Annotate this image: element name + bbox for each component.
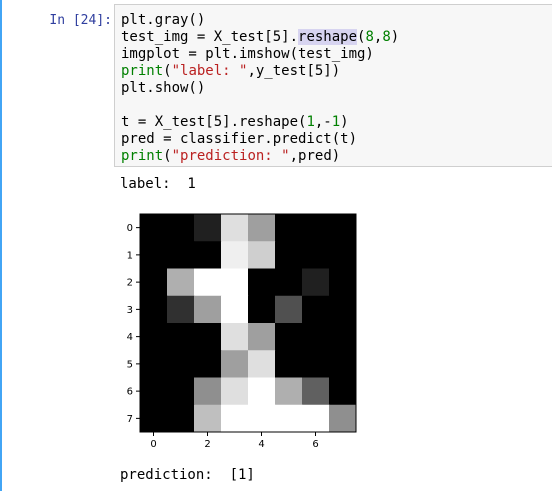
heatmap-cell bbox=[167, 404, 195, 433]
heatmap-cell bbox=[167, 214, 195, 242]
heatmap-cell bbox=[194, 404, 222, 433]
heatmap-cell bbox=[140, 241, 168, 269]
heatmap-cell bbox=[167, 268, 195, 297]
heatmap-cell bbox=[302, 404, 330, 433]
heatmap-cell bbox=[248, 295, 276, 324]
heatmap-cell bbox=[329, 350, 357, 378]
heatmap-cell bbox=[194, 214, 222, 242]
heatmap-cell bbox=[140, 323, 168, 351]
heatmap-cell bbox=[140, 350, 168, 378]
heatmap-cell bbox=[167, 241, 195, 269]
y-tick-label: 6 bbox=[127, 387, 133, 398]
heatmap-cell bbox=[221, 323, 249, 351]
heatmap-cell bbox=[194, 323, 222, 351]
heatmap-cell bbox=[140, 377, 168, 406]
digit-image-plot: 0 1 2 3 4 5 6 7 0 2 4 6 bbox=[127, 213, 357, 450]
heatmap-cell bbox=[329, 295, 357, 324]
y-tick-label: 0 bbox=[127, 223, 133, 234]
heatmap-cell bbox=[194, 241, 222, 269]
y-tick-label: 5 bbox=[127, 359, 133, 370]
heatmap-cell bbox=[167, 377, 195, 406]
heatmap-cell bbox=[248, 404, 276, 433]
x-tick-label: 6 bbox=[312, 439, 318, 450]
heatmap-cell bbox=[275, 323, 303, 351]
y-tick-label: 1 bbox=[127, 250, 133, 261]
y-tick-label: 7 bbox=[127, 414, 133, 425]
heatmap-cell bbox=[140, 268, 168, 297]
heatmap-cell bbox=[275, 295, 303, 324]
heatmap-cell bbox=[302, 268, 330, 297]
heatmap-cell bbox=[302, 241, 330, 269]
heatmap-cell bbox=[167, 323, 195, 351]
heatmap-cell bbox=[302, 214, 330, 242]
heatmap-cell bbox=[221, 241, 249, 269]
heatmap-cell bbox=[248, 323, 276, 351]
heatmap-cell bbox=[221, 214, 249, 242]
heatmap-cell bbox=[302, 377, 330, 406]
output-prediction-text: prediction: [1] bbox=[120, 467, 255, 483]
heatmap-cell bbox=[248, 268, 276, 297]
heatmap-cell bbox=[140, 214, 168, 242]
heatmap-cell bbox=[221, 404, 249, 433]
x-tick-label: 4 bbox=[258, 439, 264, 450]
heatmap-cell bbox=[167, 295, 195, 324]
heatmap-cell bbox=[275, 214, 303, 242]
heatmap-cell bbox=[302, 323, 330, 351]
x-tick-label: 2 bbox=[204, 439, 210, 450]
heatmap-cell bbox=[275, 377, 303, 406]
heatmap-cell bbox=[302, 295, 330, 324]
heatmap-cell bbox=[194, 268, 222, 297]
heatmap-cell bbox=[302, 350, 330, 378]
heatmap-cell bbox=[167, 350, 195, 378]
y-tick-label: 4 bbox=[127, 332, 133, 343]
x-tick-label: 0 bbox=[150, 439, 156, 450]
heatmap-cell bbox=[329, 323, 357, 351]
heatmap-cell bbox=[140, 404, 168, 433]
heatmap-cell bbox=[140, 295, 168, 324]
heatmap-cell bbox=[221, 377, 249, 406]
heatmap-cell bbox=[221, 295, 249, 324]
heatmap-cell bbox=[194, 377, 222, 406]
heatmap-cell bbox=[248, 377, 276, 406]
heatmap-cell bbox=[221, 268, 249, 297]
heatmap-cell bbox=[248, 241, 276, 269]
heatmap-cell bbox=[194, 350, 222, 378]
heatmap-cell bbox=[329, 404, 357, 433]
y-tick-label: 2 bbox=[127, 278, 133, 289]
heatmap-cell bbox=[275, 350, 303, 378]
y-tick-label: 3 bbox=[127, 305, 133, 316]
heatmap-cell bbox=[221, 350, 249, 378]
heatmap-cell bbox=[329, 268, 357, 297]
heatmap-cell bbox=[194, 295, 222, 324]
heatmap-cell bbox=[275, 268, 303, 297]
heatmap-cell bbox=[248, 350, 276, 378]
heatmap-cell bbox=[329, 377, 357, 406]
heatmap-cell bbox=[275, 241, 303, 269]
heatmap-cell bbox=[248, 214, 276, 242]
heatmap-cell bbox=[329, 214, 357, 242]
heatmap-cell bbox=[329, 241, 357, 269]
heatmap-cell bbox=[275, 404, 303, 433]
